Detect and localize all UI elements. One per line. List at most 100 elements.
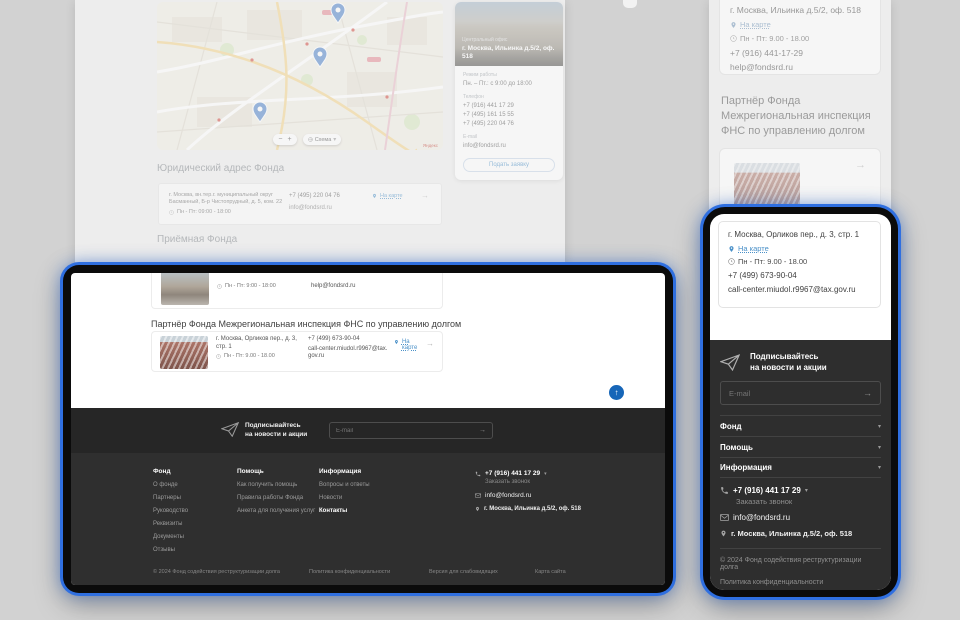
footer-main: Фонд О фонде Партнеры Руководство Реквиз… — [71, 453, 665, 585]
email-value[interactable]: info@fondsrd.ru — [463, 142, 555, 151]
footer-email[interactable]: info@fondsrd.ru — [733, 513, 790, 522]
map-pin-icon — [394, 339, 399, 345]
phone-icon — [475, 471, 481, 477]
map-pin-icon — [475, 506, 480, 512]
email-label: E-mail — [463, 134, 555, 140]
partner-email[interactable]: call-center.miudol.r9967@tax.gov.ru — [728, 285, 871, 294]
privacy-link[interactable]: Политика конфиденциальности — [720, 579, 881, 586]
chevron-down-icon: ▾ — [544, 471, 547, 477]
footer-link[interactable]: Документы — [153, 534, 188, 540]
phone-label: Телефон — [463, 94, 555, 100]
subscribe-submit-arrow[interactable]: → — [863, 388, 872, 398]
office-address: г. Москва, Ильинка д.5/2, оф. 518 — [730, 5, 861, 15]
map-graphic — [157, 2, 443, 150]
office-card: г. Москва, Ильинка д.5/2, оф. 518 На кар… — [719, 0, 881, 75]
subscribe-email-input[interactable] — [729, 389, 863, 398]
footer-link[interactable]: Анкета для получения услуг — [237, 508, 315, 514]
subscribe-submit-arrow[interactable]: → — [479, 427, 486, 434]
copyright-text: © 2024 Фонд содействия реструктуризации … — [153, 569, 280, 575]
partner-email[interactable]: call-center.miudol.r9967@tax.gov.ru — [308, 346, 390, 361]
menu-item-fond[interactable]: Фонд ▾ — [720, 415, 881, 436]
submit-request-button[interactable]: Подать заявку — [463, 158, 555, 172]
partner-card: г. Москва, Орликов пер., д. 3, стр. 1 На… — [718, 221, 881, 308]
tablet-device-frame: Пн - Пт: 9:00 - 18:00 help@fondsrd.ru Па… — [63, 265, 673, 593]
phone-value[interactable]: +7 (916) 441 17 29 — [463, 102, 555, 111]
privacy-link[interactable]: Политика конфиденциальности — [309, 569, 390, 575]
legal-address-line: г. Москва, вн.тер.г. муниципальный округ — [169, 192, 287, 199]
legal-hours: Пн - Пт: 09:00 - 18:00 — [177, 209, 231, 216]
tablet-screen: Пн - Пт: 9:00 - 18:00 help@fondsrd.ru Па… — [71, 273, 665, 585]
central-office-card: Центральный офис г. Москва, Ильинка д.5/… — [455, 2, 563, 180]
chevron-down-icon: ▾ — [878, 464, 881, 471]
envelope-icon — [720, 514, 729, 521]
zoom-in-button[interactable]: + — [288, 136, 292, 143]
chevron-down-icon: ▾ — [878, 423, 881, 430]
footer-link[interactable]: Правила работы Фонда — [237, 495, 315, 501]
footer-link[interactable]: Руководство — [153, 508, 188, 514]
map-link[interactable]: На карте — [740, 20, 771, 29]
footer: Подписывайтесь на новости и акции → Фонд… — [710, 340, 891, 590]
footer-link[interactable]: Как получить помощь — [237, 482, 315, 488]
legal-address-line: Басманный, Б-р Чистопрудный, д. 5, ком. … — [169, 199, 287, 206]
arrow-right-icon[interactable]: → — [426, 339, 434, 367]
footer-link[interactable]: Вопросы и ответы — [319, 482, 370, 488]
legal-email[interactable]: info@fondsrd.ru — [289, 205, 340, 211]
phone-value[interactable]: +7 (495) 220 04 76 — [463, 120, 555, 129]
arrow-right-icon[interactable]: → — [421, 191, 429, 200]
map-layer-select[interactable]: Схема ▾ — [303, 134, 341, 145]
partner-card: г. Москва, Орликов пер., д. 3, стр. 1 Пн… — [151, 331, 443, 372]
office-photo: Центральный офис г. Москва, Ильинка д.5/… — [455, 2, 563, 66]
chevron-down-icon: ▾ — [805, 487, 808, 494]
sitemap-link[interactable]: Карта сайта — [535, 569, 566, 575]
reception-photo — [161, 273, 209, 305]
map-pin-icon — [730, 21, 737, 29]
footer-link-contacts[interactable]: Контакты — [319, 508, 370, 514]
footer-address: г. Москва, Ильинка д.5/2, оф. 518 — [484, 506, 581, 512]
partner-phone[interactable]: +7 (499) 673-90-04 — [728, 271, 871, 280]
partner-address: г. Москва, Орликов пер., д. 3, стр. 1 — [216, 336, 302, 351]
callback-link[interactable]: Заказать звонок — [485, 479, 581, 485]
office-email[interactable]: help@fondsrd.ru — [730, 62, 793, 72]
footer-email[interactable]: info@fondsrd.ru — [485, 492, 531, 499]
phone-value[interactable]: +7 (495) 161 15 55 — [463, 111, 555, 120]
partner-section-title: Партнёр Фонда Межрегиональная инспекция … — [721, 94, 871, 139]
partner-photo — [160, 336, 208, 369]
footer-link[interactable]: Партнеры — [153, 495, 188, 501]
arrow-right-icon[interactable]: → — [855, 159, 866, 171]
footer-link[interactable]: О фонде — [153, 482, 188, 488]
subscribe-title: на новости и акции — [750, 362, 827, 373]
office-hours: Пн - Пт: 9.00 - 18.00 — [740, 34, 809, 43]
zoom-out-button[interactable]: − — [278, 136, 282, 143]
map-link[interactable]: На карте — [738, 244, 769, 253]
callback-link[interactable]: Заказать звонок — [736, 497, 881, 506]
map-link[interactable]: На карте — [402, 339, 426, 351]
accessibility-link[interactable]: Версия для слабовидящих — [429, 569, 498, 575]
map-link[interactable]: На карте — [380, 193, 403, 199]
footer-link[interactable]: Реквизиты — [153, 521, 188, 527]
menu-item-info[interactable]: Информация ▾ — [720, 457, 881, 478]
map-pin-icon — [720, 529, 727, 538]
reception-card: Пн - Пт: 9:00 - 18:00 help@fondsrd.ru — [151, 273, 443, 309]
legal-address-card: г. Москва, вн.тер.г. муниципальный округ… — [158, 183, 442, 225]
partner-hours: Пн - Пт: 9.00 - 18.00 — [224, 353, 275, 359]
map-zoom-control[interactable]: − + — [273, 134, 297, 145]
office-phone[interactable]: +7 (916) 441-17-29 — [730, 48, 803, 58]
subscribe-email-input[interactable] — [336, 428, 479, 434]
map-attribution: Яндекс — [423, 143, 438, 148]
reception-email[interactable]: help@fondsrd.ru — [311, 283, 395, 291]
scroll-top-button[interactable]: ↑ — [609, 385, 624, 400]
partner-phone[interactable]: +7 (499) 673-90-04 — [308, 336, 390, 344]
paper-plane-icon — [221, 422, 239, 437]
footer-phone[interactable]: +7 (916) 441 17 29 — [733, 486, 801, 495]
footer-phone[interactable]: +7 (916) 441 17 29 — [485, 470, 540, 477]
footer-link[interactable]: Новости — [319, 495, 370, 501]
desktop-preview-panel: − + Схема ▾ Яндекс Центральный офис г. М… — [75, 0, 565, 270]
legal-phone[interactable]: +7 (495) 220 04 76 — [289, 193, 340, 199]
map[interactable]: − + Схема ▾ Яндекс — [157, 2, 443, 150]
office-photo-label: Центральный офис — [462, 37, 557, 43]
subscribe-title: Подписывайтесь — [245, 421, 307, 430]
footer-link[interactable]: Отзывы — [153, 547, 188, 553]
footer-column-title: Информация — [319, 468, 370, 475]
floating-widget-corner — [623, 0, 637, 8]
menu-item-help[interactable]: Помощь ▾ — [720, 436, 881, 457]
